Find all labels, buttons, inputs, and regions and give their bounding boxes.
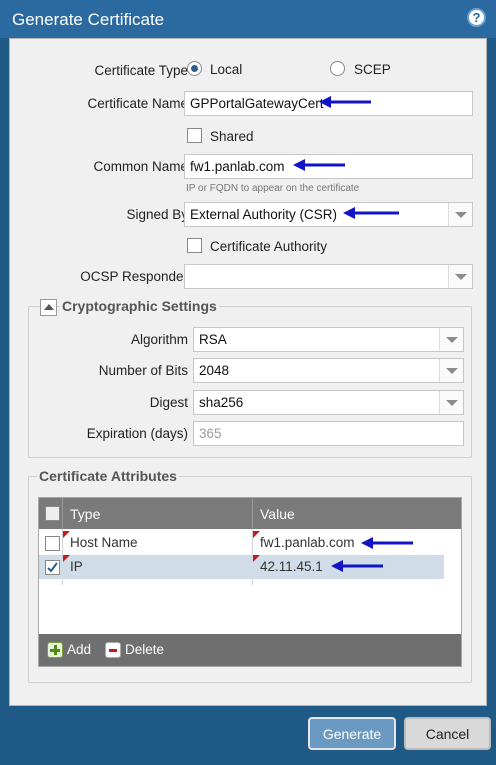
chevron-down-icon[interactable] [439,328,463,351]
column-divider [252,498,253,529]
delete-button[interactable]: Delete [125,642,164,657]
required-flag-icon [253,555,260,562]
add-icon[interactable] [47,642,63,658]
chevron-down-icon[interactable] [448,265,472,288]
annotation-arrow-icon [319,95,371,109]
certificate-type-label: Certificate Type [94,63,188,78]
row-checkbox[interactable] [45,560,60,575]
certificate-type-local-radio[interactable] [187,61,202,76]
table-row[interactable]: IP 42.11.45.1 [39,555,444,579]
algorithm-value: RSA [199,332,227,347]
number-of-bits-label: Number of Bits [98,363,188,378]
row-checkbox[interactable] [45,536,60,551]
algorithm-label: Algorithm [130,332,188,347]
table-row[interactable]: Host Name fw1.panlab.com [39,531,444,555]
digest-select[interactable]: sha256 [193,390,464,415]
certificate-authority-checkbox[interactable] [187,238,202,253]
attributes-table: Type Value Host Name fw1.panlab.com IP 4… [38,497,462,667]
number-of-bits-select[interactable]: 2048 [193,358,464,383]
certificate-type-scep-radio[interactable] [330,61,345,76]
annotation-arrow-icon [293,158,345,172]
column-header-value[interactable]: Value [260,506,295,522]
required-flag-icon [63,531,70,538]
certificate-authority-label: Certificate Authority [210,239,328,254]
title-bar: Generate Certificate ? [0,0,496,38]
dialog-title: Generate Certificate [12,10,165,29]
annotation-arrow-icon [343,206,399,220]
shared-label: Shared [210,129,254,144]
common-name-hint: IP or FQDN to appear on the certificate [186,183,360,194]
expiration-input[interactable]: 365 [193,421,464,446]
ocsp-responder-label: OCSP Responder [80,269,188,284]
certificate-attributes-title: Certificate Attributes [37,468,179,484]
table-footer: Add Delete [39,634,461,666]
annotation-arrow-icon [331,559,383,573]
signed-by-label: Signed By [126,207,188,222]
row-value[interactable]: 42.11.45.1 [260,559,323,574]
required-flag-icon [63,555,70,562]
signed-by-select[interactable]: External Authority (CSR) [184,202,473,227]
signed-by-value: External Authority (CSR) [190,207,338,222]
delete-icon[interactable] [105,642,121,658]
ocsp-responder-select[interactable] [184,264,473,289]
chevron-down-icon[interactable] [439,359,463,382]
table-header: Type Value [39,498,461,529]
row-value[interactable]: fw1.panlab.com [260,535,355,550]
expiration-label: Expiration (days) [86,426,188,441]
row-type[interactable]: Host Name [70,535,138,550]
help-icon[interactable]: ? [467,8,486,27]
certificate-type-scep-label: SCEP [354,62,391,77]
generate-button[interactable]: Generate [308,717,396,750]
dialog-body: Certificate Type Local SCEP Certificate … [9,38,487,706]
column-divider [62,498,63,529]
cancel-button[interactable]: Cancel [404,717,491,750]
digest-label: Digest [149,395,188,410]
row-type[interactable]: IP [70,559,83,574]
certificate-type-local-label: Local [210,62,243,77]
number-of-bits-value: 2048 [199,363,230,378]
annotation-arrow-icon [361,536,413,550]
column-header-type[interactable]: Type [70,506,100,522]
cryptographic-settings-title: Cryptographic Settings [60,298,219,314]
chevron-down-icon[interactable] [439,391,463,414]
required-flag-icon [253,531,260,538]
select-all-checkbox[interactable] [45,506,60,521]
algorithm-select[interactable]: RSA [193,327,464,352]
chevron-down-icon[interactable] [448,203,472,226]
add-button[interactable]: Add [67,642,91,657]
digest-value: sha256 [199,395,244,410]
shared-checkbox[interactable] [187,128,202,143]
common-name-label: Common Name [93,159,188,174]
certificate-name-label: Certificate Name [87,96,188,111]
collapse-icon[interactable] [40,299,57,316]
